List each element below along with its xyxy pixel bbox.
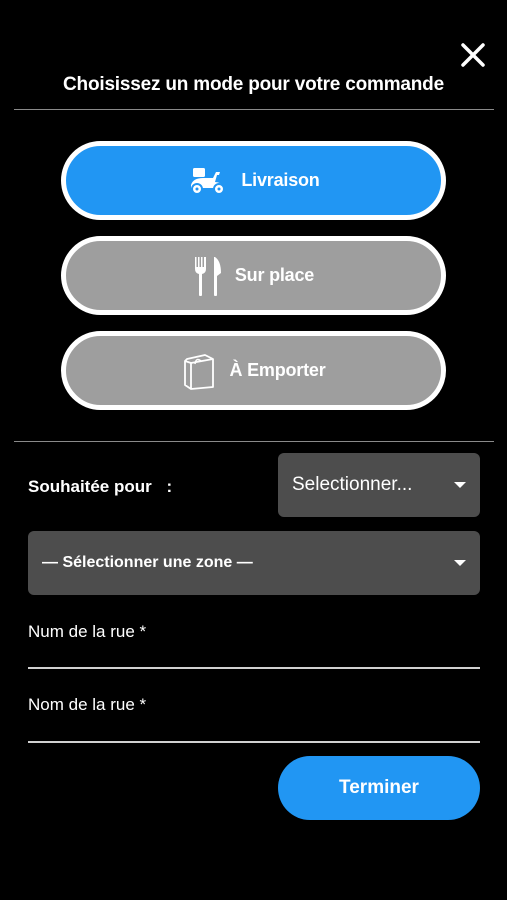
street-number-underline — [28, 667, 480, 669]
mode-label-delivery: Livraison — [241, 170, 320, 190]
paper-bag-icon — [181, 351, 217, 391]
street-name-input[interactable] — [28, 690, 480, 740]
zone-select[interactable]: — Sélectionner une zone — — [28, 531, 480, 595]
scooter-icon — [187, 166, 229, 196]
mode-label-takeaway: À Emporter — [229, 360, 326, 380]
mode-button-dine-in[interactable]: Sur place — [61, 236, 446, 315]
street-number-input[interactable] — [28, 616, 480, 666]
schedule-label-colon: : — [166, 477, 173, 496]
schedule-select-value: Selectionner... — [292, 474, 413, 495]
mode-label-dine-in: Sur place — [234, 265, 315, 285]
middle-divider — [14, 441, 494, 442]
chevron-down-icon — [454, 560, 466, 566]
close-button[interactable] — [456, 38, 490, 72]
chevron-down-icon — [454, 482, 466, 488]
top-divider — [14, 109, 494, 110]
mode-button-delivery[interactable]: Livraison — [61, 141, 446, 220]
street-name-underline — [28, 741, 480, 743]
mode-button-takeaway[interactable]: À Emporter — [61, 331, 446, 410]
schedule-select[interactable]: Selectionner... — [278, 453, 480, 517]
zone-select-value: — Sélectionner une zone — — [42, 554, 253, 571]
finish-button[interactable]: Terminer — [278, 756, 480, 820]
schedule-label: Souhaitée pour : — [28, 477, 172, 497]
schedule-label-text: Souhaitée pour — [28, 477, 152, 496]
close-icon — [461, 43, 485, 67]
dialog-title: Choisissez un mode pour votre commande — [63, 74, 444, 95]
fork-knife-icon — [193, 255, 223, 297]
